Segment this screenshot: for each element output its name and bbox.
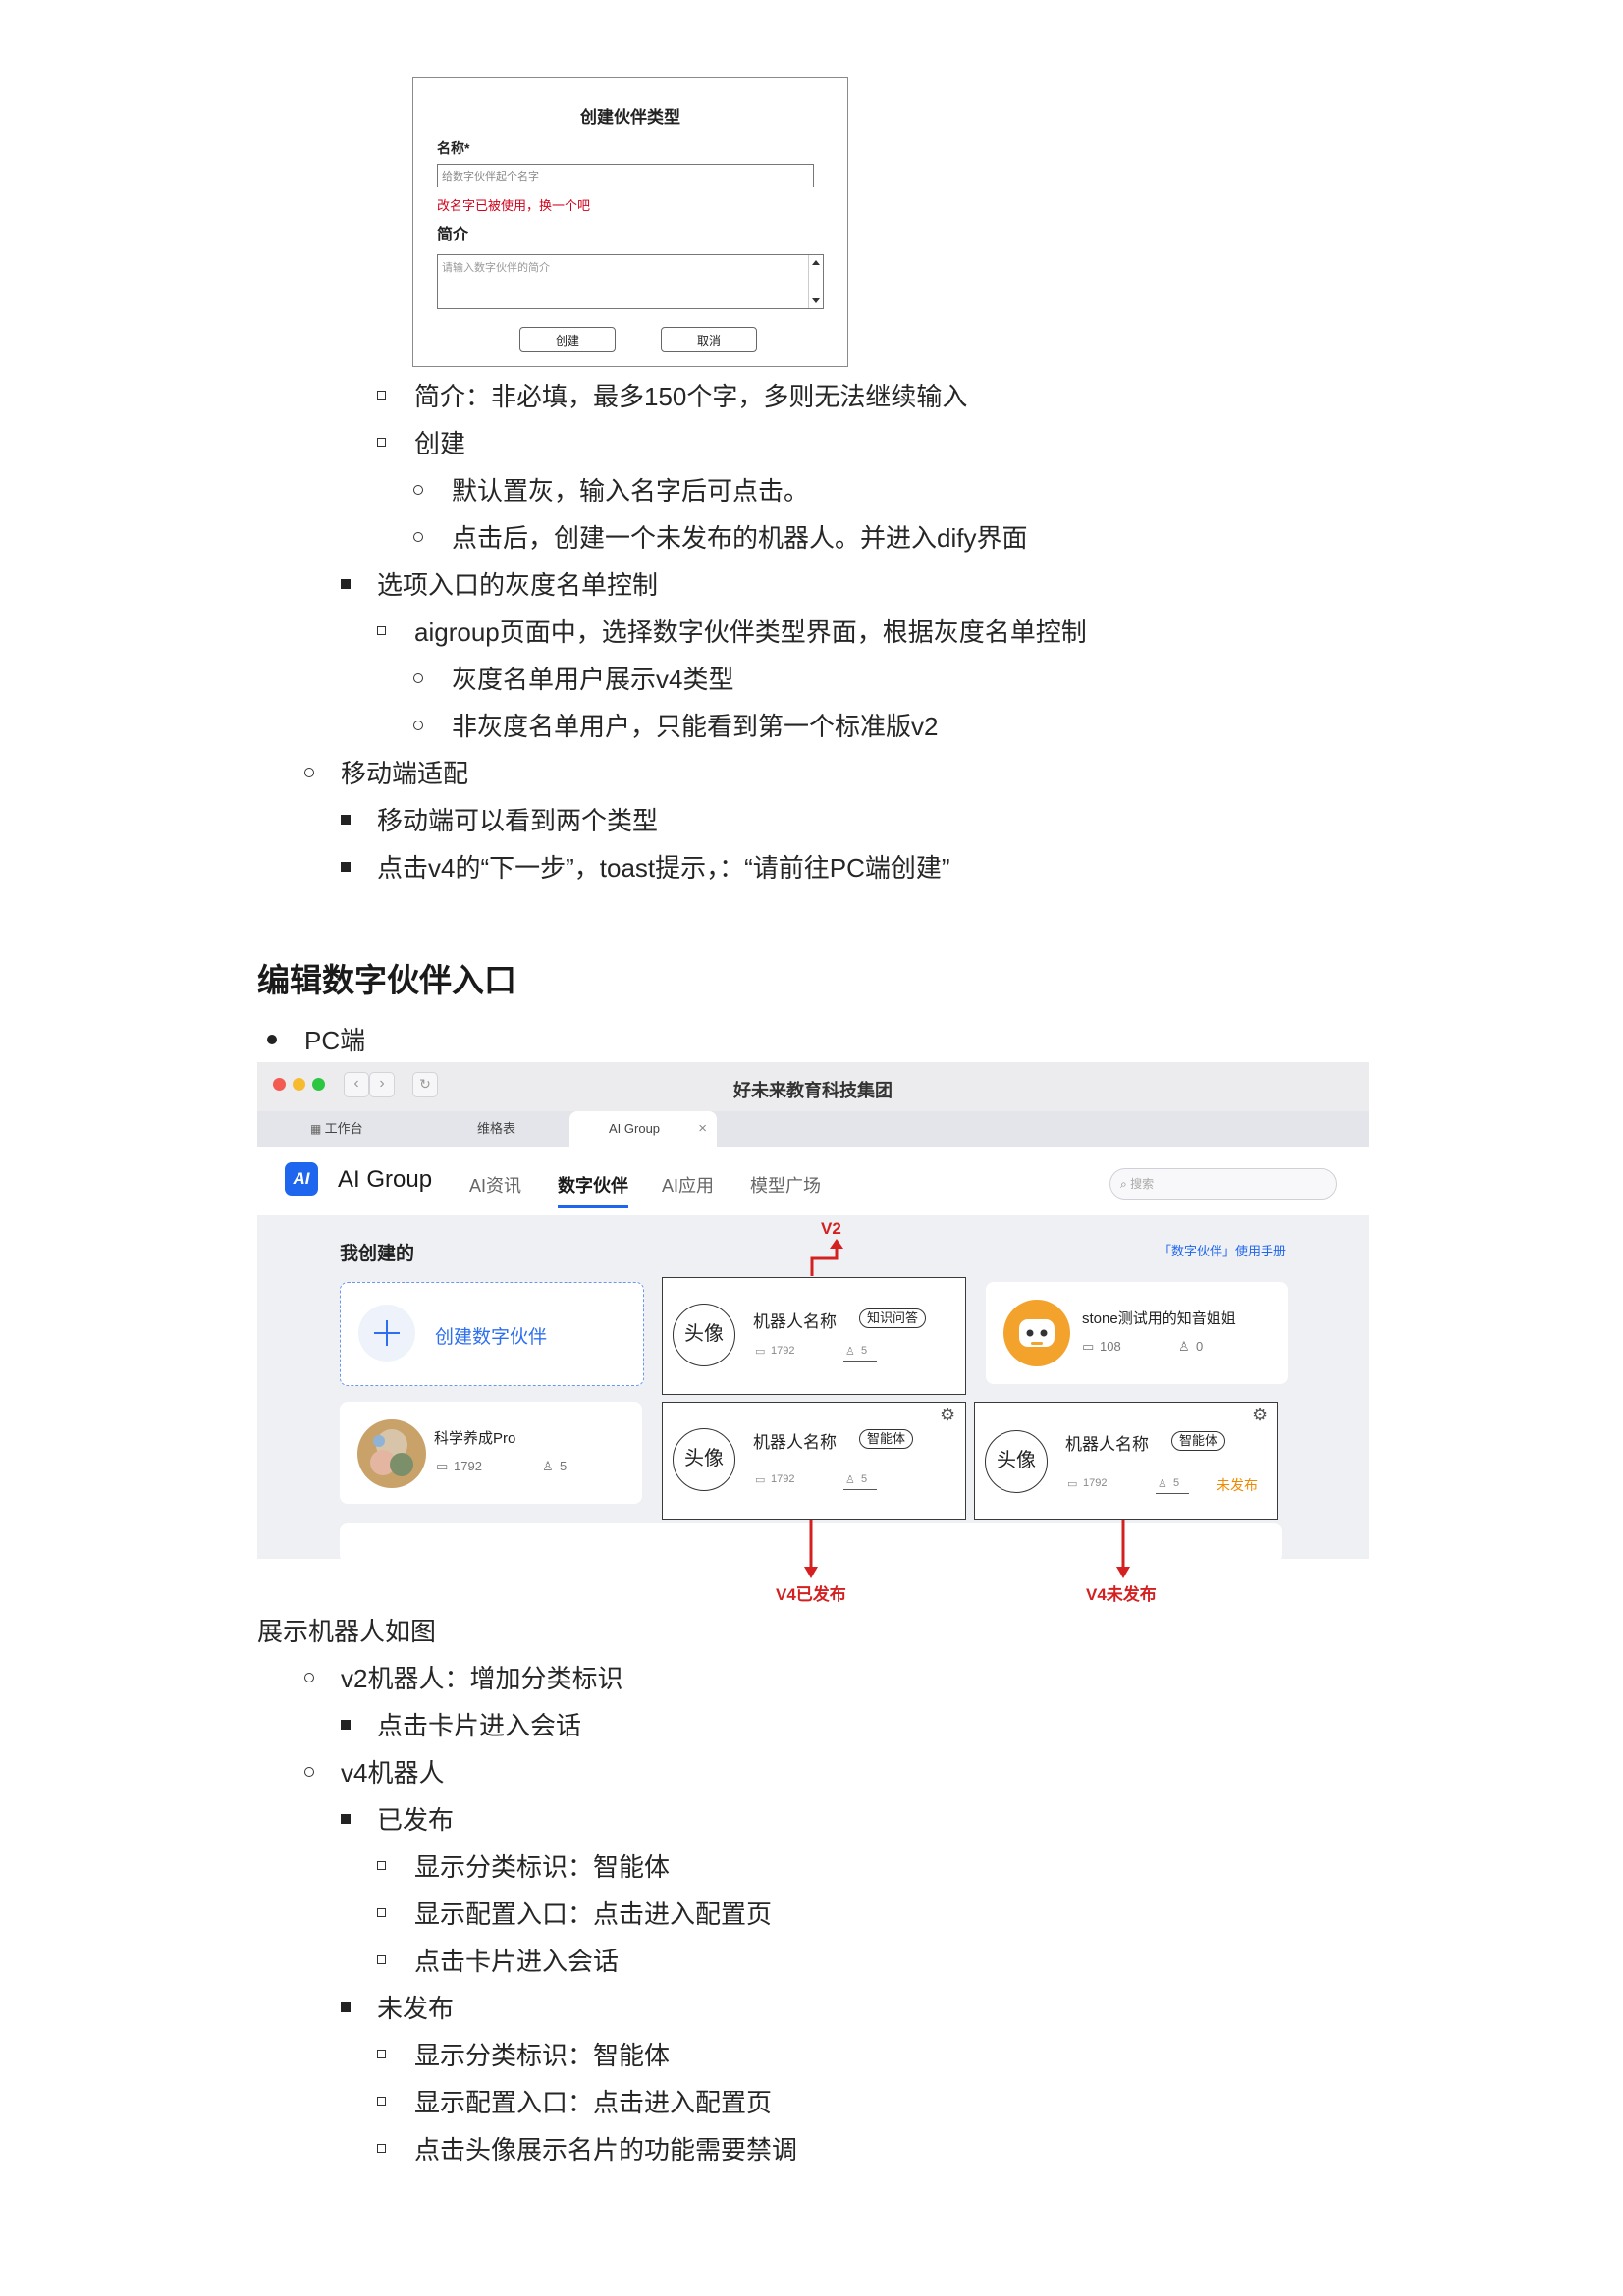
v4-published-annotation: V4已发布 bbox=[776, 1585, 846, 1604]
list-item: 显示分类标识：智能体 bbox=[414, 1852, 671, 1882]
bullet-square-filled bbox=[341, 2002, 351, 2012]
bullet-circle-outline bbox=[304, 1767, 314, 1777]
bullet-square-filled bbox=[341, 1720, 351, 1730]
bullet-circle-outline bbox=[304, 1673, 314, 1682]
list-item: 显示配置入口：点击进入配置页 bbox=[414, 2088, 773, 2117]
bullet-square-outline bbox=[377, 1908, 386, 1917]
list-item: 显示分类标识：智能体 bbox=[414, 2041, 671, 2070]
list-item: 点击卡片进入会话 bbox=[377, 1711, 582, 1740]
annotation-arrows bbox=[804, 1239, 1130, 1578]
list-item: v4机器人 bbox=[341, 1758, 445, 1788]
bullet-square-outline bbox=[377, 1955, 386, 1964]
v4-unpublished-annotation: V4未发布 bbox=[1086, 1585, 1157, 1604]
list-item: 点击头像展示名片的功能需要禁调 bbox=[414, 2135, 798, 2164]
paragraph: 展示机器人如图 bbox=[257, 1617, 437, 1646]
list-item: 已发布 bbox=[377, 1805, 455, 1835]
bullet-square-filled bbox=[341, 1814, 351, 1824]
bullet-square-outline bbox=[377, 1861, 386, 1870]
list-item: 点击卡片进入会话 bbox=[414, 1947, 620, 1976]
v2-annotation: V2 bbox=[821, 1219, 841, 1238]
list-item: 显示配置入口：点击进入配置页 bbox=[414, 1899, 773, 1929]
list-item: v2机器人：增加分类标识 bbox=[341, 1664, 623, 1693]
bullet-square-outline bbox=[377, 2144, 386, 2153]
bullet-square-outline bbox=[377, 2097, 386, 2106]
list-item: 未发布 bbox=[377, 1994, 455, 2023]
bullet-square-outline bbox=[377, 2050, 386, 2058]
